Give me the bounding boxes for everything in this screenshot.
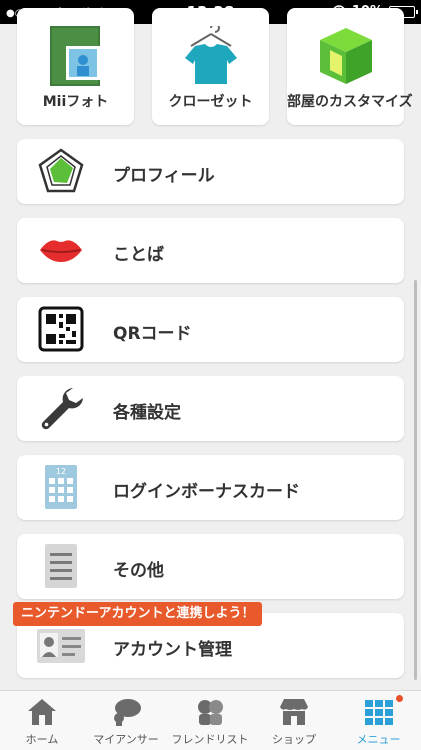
menu-item-label: QRコード [113, 324, 192, 344]
menu-item-words[interactable]: ことば [17, 218, 404, 283]
menu-item-other[interactable]: その他 [17, 534, 404, 599]
menu-item-qr-code[interactable]: QRコード [17, 297, 404, 362]
link-account-banner[interactable]: ニンテンドーアカウントと連携しよう！ [13, 602, 263, 626]
tab-my-answer[interactable]: マイアンサー [84, 691, 168, 750]
list-icon [45, 544, 77, 588]
tile-room-customize[interactable]: 部屋のカスタマイズ [287, 8, 413, 125]
calendar-number: 12 [56, 467, 66, 476]
menu-item-profile[interactable]: プロフィール [17, 139, 404, 204]
menu-item-label: ことば [113, 245, 164, 265]
speech-bubble-icon [114, 699, 141, 726]
tab-home[interactable]: ホーム [0, 691, 84, 750]
menu-item-label: プロフィール [113, 166, 215, 186]
tile-closet[interactable]: クローゼット [152, 8, 269, 125]
room-cube-icon [319, 28, 372, 84]
profile-pentagon-icon [38, 148, 84, 193]
menu-item-settings[interactable]: 各種設定 [17, 376, 404, 441]
menu-item-label: アカウント管理 [113, 640, 232, 660]
wrench-icon [41, 388, 83, 430]
tile-label: Miiフォト [42, 94, 109, 110]
menu-grid-icon [364, 700, 393, 725]
tab-label: ホーム [25, 733, 59, 746]
friends-icon [198, 700, 223, 725]
tab-friend-list[interactable]: フレンドリスト [168, 691, 252, 750]
menu-item-label: ログインボーナスカード [113, 482, 300, 502]
lips-icon [40, 240, 82, 262]
menu-item-login-bonus-card[interactable]: 12 ログインボーナスカード [17, 455, 404, 520]
house-icon [28, 699, 56, 725]
photo-album-icon [49, 26, 100, 86]
menu-item-label: その他 [113, 561, 164, 581]
menu-item-label: 各種設定 [113, 403, 181, 423]
qr-code-icon [38, 306, 84, 352]
tile-label: 部屋のカスタマイズ [287, 94, 413, 110]
shirt-hanger-icon [184, 26, 237, 84]
scrollbar[interactable] [414, 280, 417, 680]
shop-icon [280, 699, 308, 725]
tile-mii-photo[interactable]: Miiフォト [17, 8, 134, 125]
tab-bar: ホーム マイアンサー フレンドリスト ショップ メニュー [0, 690, 421, 750]
tab-menu[interactable]: メニュー [336, 691, 421, 750]
id-card-icon [37, 629, 85, 663]
tile-label: クローゼット [168, 94, 253, 110]
tab-label: マイアンサー [93, 733, 159, 746]
tab-shop[interactable]: ショップ [252, 691, 336, 750]
tab-label: メニュー [356, 733, 401, 746]
tab-label: ショップ [272, 733, 316, 746]
tab-label: フレンドリスト [171, 733, 249, 746]
notification-dot [396, 695, 403, 702]
calendar-card-icon: 12 [45, 465, 77, 509]
